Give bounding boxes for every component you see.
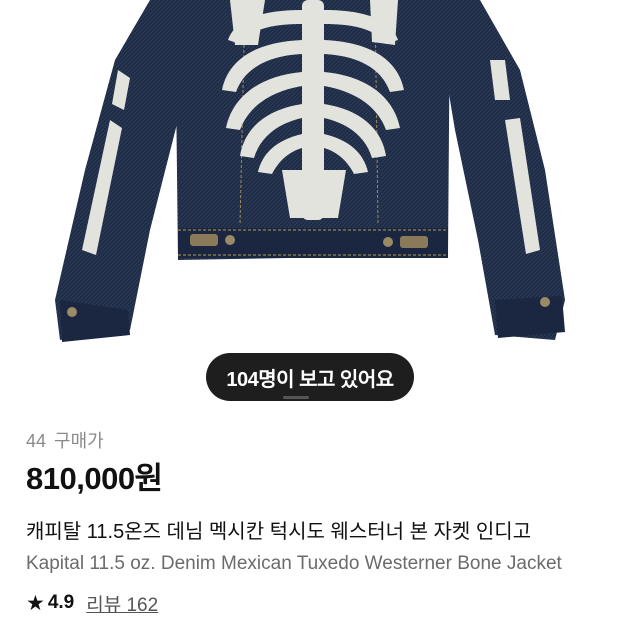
product-price: 810,000원	[26, 461, 163, 496]
product-name-korean: 캐피탈 11.5온즈 데님 멕시칸 턱시도 웨스터너 본 자켓 인디고	[26, 521, 532, 543]
product-info: 44 구매가 810,000원 캐피탈 11.5온즈 데님 멕시칸 턱시도 웨스터…	[26, 428, 620, 617]
star-icon: ★	[26, 591, 45, 615]
reviews-link[interactable]: 리뷰 162	[86, 590, 158, 617]
viewers-count-text: 104명이 보고 있어요	[226, 368, 394, 391]
purchase-count: 44	[26, 431, 47, 451]
image-pager-indicator	[283, 396, 309, 399]
rating-row: ★ 4.9 리뷰 162	[26, 589, 620, 617]
rating-value: 4.9	[47, 592, 75, 613]
product-image[interactable]: 104명이 보고 있어요	[0, 0, 620, 420]
viewers-count-badge: 104명이 보고 있어요	[206, 353, 414, 401]
purchase-label: 구매가	[54, 431, 104, 451]
purchase-count-row: 44 구매가	[26, 428, 620, 454]
product-name-english: Kapital 11.5 oz. Denim Mexican Tuxedo We…	[26, 553, 562, 574]
